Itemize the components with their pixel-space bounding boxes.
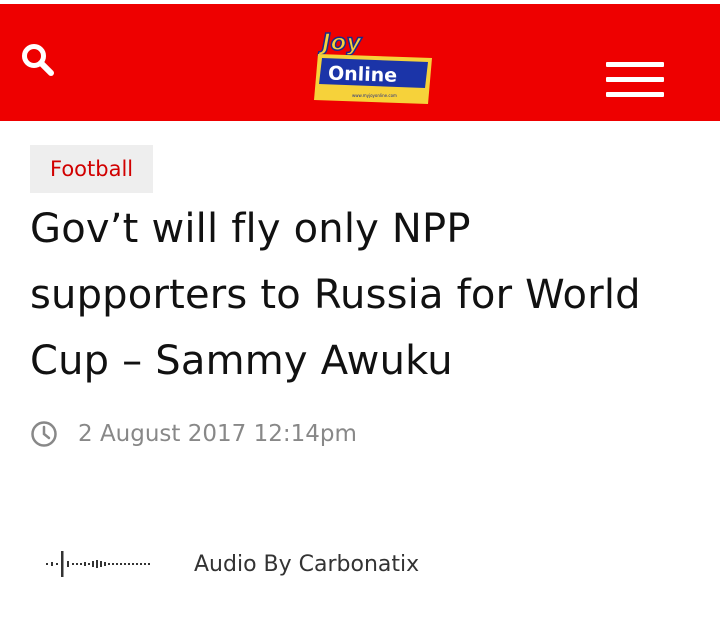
category-tag[interactable]: Football [30,145,154,193]
site-header: Joy Online www.myjoyonline.com [0,4,720,121]
hamburger-menu-icon-bar [606,92,664,97]
search-button[interactable] [20,42,56,78]
logo-online-text: Online [328,62,398,86]
clock-icon [31,421,57,447]
audio-waveform-icon[interactable] [44,549,156,579]
logo-joy-text: Joy [318,30,362,56]
menu-button[interactable] [606,62,664,98]
audio-credit: Audio By Carbonatix [194,551,420,577]
hamburger-menu-icon-bar [606,77,664,82]
hamburger-menu-icon [606,62,664,67]
article-title: Gov’t will fly only NPP supporters to Ru… [30,206,641,384]
article-date: 2 August 2017 12:14pm [78,421,357,447]
search-icon [22,44,54,76]
joy-online-logo[interactable]: Joy Online www.myjoyonline.com [312,26,434,106]
article-date-row: 2 August 2017 12:14pm [30,416,357,452]
audio-player[interactable]: Audio By Carbonatix [44,542,419,586]
logo-url-text: www.myjoyonline.com [352,93,397,98]
